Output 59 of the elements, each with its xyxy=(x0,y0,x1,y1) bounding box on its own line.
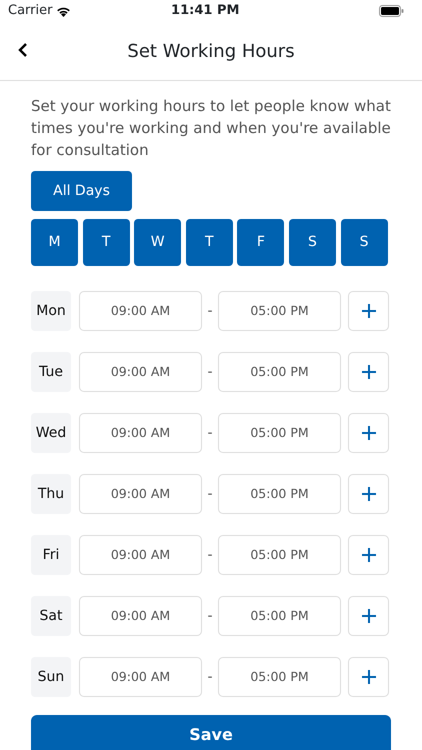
start-time-field[interactable]: 09:00 AM xyxy=(79,352,202,392)
wifi-icon xyxy=(56,6,72,16)
end-time-field[interactable]: 05:00 PM xyxy=(218,352,341,392)
day-toggle[interactable]: T xyxy=(82,219,130,266)
add-button[interactable] xyxy=(348,535,389,575)
add-button[interactable] xyxy=(348,352,389,392)
plus-icon xyxy=(362,304,376,318)
end-time-field[interactable]: 05:00 PM xyxy=(218,535,341,575)
plus-icon xyxy=(362,365,376,379)
save-button[interactable]: Save xyxy=(31,715,391,750)
separator: - xyxy=(206,302,214,320)
day-label: Fri xyxy=(31,535,71,575)
plus-icon xyxy=(362,487,376,501)
start-time-field[interactable]: 09:00 AM xyxy=(79,657,202,697)
plus-icon xyxy=(362,670,376,684)
all-days-button[interactable]: All Days xyxy=(31,171,132,211)
day-label: Sat xyxy=(31,596,71,636)
back-icon xyxy=(18,42,28,58)
start-time-field[interactable]: 09:00 AM xyxy=(79,596,202,636)
day-toggle[interactable]: S xyxy=(340,219,388,266)
day-toggle[interactable]: T xyxy=(186,219,233,266)
separator: - xyxy=(206,484,214,504)
start-time-field[interactable]: 09:00 AM xyxy=(79,535,202,575)
plus-icon xyxy=(362,548,376,562)
day-label: Sun xyxy=(31,657,71,697)
start-time-field[interactable]: 09:00 AM xyxy=(79,474,202,514)
separator: - xyxy=(206,546,214,564)
plus-icon xyxy=(362,426,376,440)
day-label: Wed xyxy=(31,413,71,453)
end-time-field[interactable]: 05:00 PM xyxy=(218,291,341,331)
end-time-field[interactable]: 05:00 PM xyxy=(218,596,341,636)
carrier-label: Carrier xyxy=(8,2,52,20)
day-toggle[interactable]: F xyxy=(237,219,284,266)
add-button[interactable] xyxy=(348,291,389,331)
add-button[interactable] xyxy=(348,657,389,697)
separator: - xyxy=(206,606,214,626)
clock: 11:41 PM xyxy=(171,2,240,20)
end-time-field[interactable]: 05:00 PM xyxy=(218,474,341,514)
separator: - xyxy=(206,362,214,382)
day-label: Tue xyxy=(31,352,71,392)
add-button[interactable] xyxy=(348,596,389,636)
day-toggle[interactable]: S xyxy=(288,219,336,266)
day-toggle[interactable]: W xyxy=(134,219,182,266)
plus-icon xyxy=(362,609,376,623)
day-label: Thu xyxy=(31,474,71,514)
day-toggle[interactable]: M xyxy=(31,219,78,266)
start-time-field[interactable]: 09:00 AM xyxy=(79,413,202,453)
separator: - xyxy=(206,668,214,686)
end-time-field[interactable]: 05:00 PM xyxy=(218,657,341,697)
add-button[interactable] xyxy=(348,413,389,453)
start-time-field[interactable]: 09:00 AM xyxy=(79,291,202,331)
page-title: Set Working Hours xyxy=(127,40,295,64)
back-button[interactable] xyxy=(18,42,28,58)
day-label: Mon xyxy=(31,291,71,331)
separator: - xyxy=(206,424,214,442)
battery-icon xyxy=(379,5,404,17)
end-time-field[interactable]: 05:00 PM xyxy=(218,413,341,453)
description-text: Set your working hours to let people know what times you're working and when you're available for consultation xyxy=(30,96,392,161)
add-button[interactable] xyxy=(348,474,389,514)
